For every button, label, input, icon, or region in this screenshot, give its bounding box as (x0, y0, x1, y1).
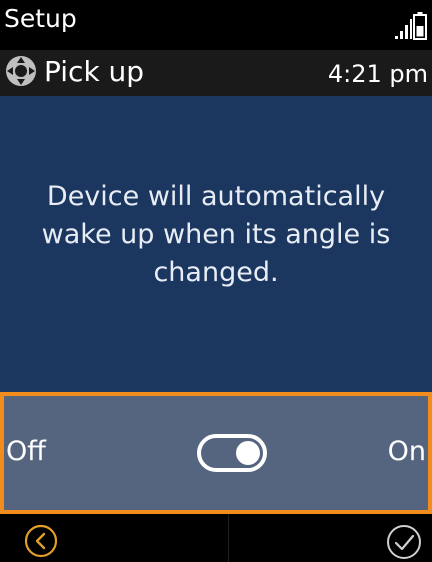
toggle-knob (236, 441, 260, 465)
soft-key-bar (0, 514, 432, 562)
pickup-toggle-row[interactable]: Off On (0, 392, 432, 514)
title-bar: Pick up 4:21 pm (0, 50, 432, 96)
clock: 4:21 pm (327, 60, 428, 88)
content-panel: Device will automatically wake up when i… (0, 96, 432, 392)
pickup-motion-icon (6, 56, 36, 86)
app-label: Setup (4, 4, 77, 33)
soft-key-divider (228, 514, 229, 562)
check-icon (387, 525, 421, 559)
feature-description: Device will automatically wake up when i… (41, 181, 391, 288)
battery-icon (413, 12, 427, 40)
phone-screen: Setup Pick up 4:21 pm Device will automa… (0, 0, 432, 562)
status-bar: Setup (0, 0, 432, 50)
off-label: Off (6, 436, 46, 467)
back-button[interactable] (24, 524, 58, 558)
on-label: On (387, 436, 426, 467)
page-title: Pick up (44, 55, 145, 88)
chevron-left-icon (24, 524, 58, 558)
signal-icon (395, 19, 412, 39)
pickup-toggle-switch[interactable] (197, 434, 267, 472)
confirm-button[interactable] (386, 524, 422, 560)
